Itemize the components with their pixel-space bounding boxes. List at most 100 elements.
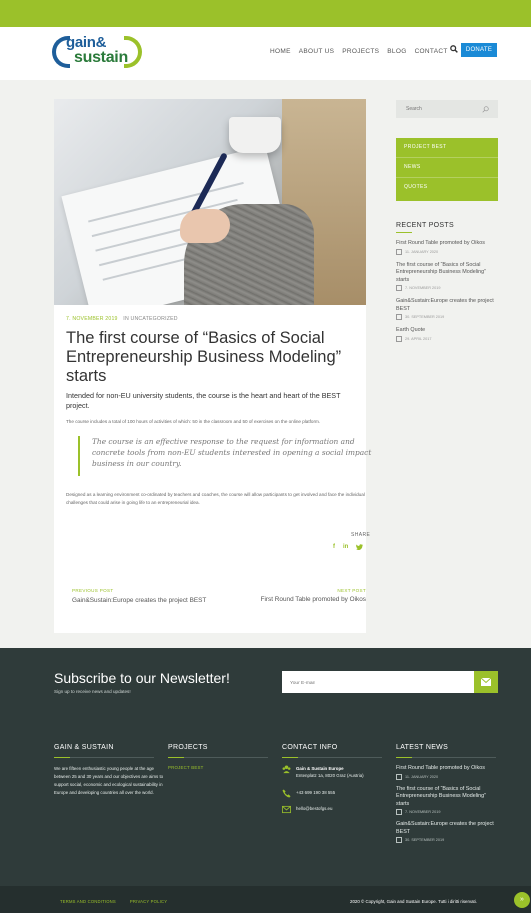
newsletter-email-input[interactable] — [282, 672, 470, 695]
article-blockquote: The course is an effective response to t… — [78, 436, 377, 476]
article-card: 7. NOVEMBER 2019 IN UNCATEGORIZED The fi… — [54, 99, 371, 633]
article-category[interactable]: IN UNCATEGORIZED — [123, 316, 177, 322]
list-item: Earth Quote 29. APRIL 2017 — [396, 327, 500, 342]
recent-posts-title: RECENT POSTS — [396, 222, 454, 229]
article-lead: Intended for non-EU university students,… — [66, 391, 341, 410]
facebook-icon[interactable]: f — [333, 544, 335, 552]
search-icon[interactable] — [482, 106, 489, 113]
calendar-icon — [396, 248, 402, 255]
latest-news-link[interactable]: First Round Table promoted by Oikos — [396, 765, 500, 773]
list-item: Gain&Sustain:Europe creates the project … — [396, 821, 500, 843]
recent-post-date: 30. SEPTEMBER 2019 — [405, 315, 445, 319]
list-item: The first course of “Basics of Social En… — [396, 262, 500, 291]
site-logo[interactable]: gain& sustain — [52, 34, 144, 72]
latest-news-date: 30. SEPTEMBER 2019 — [405, 838, 445, 842]
sidebar-item-quotes[interactable]: QUOTES — [396, 178, 498, 197]
contact-phone-text[interactable]: +43 699 190 38 555 — [296, 789, 335, 796]
newsletter-title: Subscribe to our Newsletter! — [54, 670, 230, 686]
sidebar-item-news[interactable]: NEWS — [396, 158, 498, 178]
contact-email-text[interactable]: hello@bestofgs.eu — [296, 805, 332, 812]
back-to-top-button[interactable]: » — [514, 892, 530, 908]
latest-news-date: 11. JANUARY 2020 — [405, 774, 439, 779]
main-nav: HOME ABOUT US PROJECTS BLOG CONTACT — [270, 43, 448, 59]
hero-cup — [229, 117, 281, 153]
newsletter-subtitle: Sign up to receive news and updates! — [54, 689, 131, 694]
newsletter-submit-button[interactable] — [474, 671, 498, 693]
copyright-text: 2020 © Copyright, Gain and Sustain Europ… — [350, 899, 477, 904]
calendar-icon — [396, 809, 402, 815]
recent-posts-underline — [396, 232, 412, 233]
footer-divider — [396, 757, 496, 758]
article-date[interactable]: 7. NOVEMBER 2019 — [66, 316, 118, 322]
footer-about-text: We are fifteen enthusiastic young people… — [54, 766, 164, 795]
twitter-icon[interactable] — [356, 544, 364, 552]
recent-post-link[interactable]: Earth Quote — [396, 327, 500, 335]
legal-links: TERMS AND CONDITIONS PRIVACY POLICY — [60, 899, 167, 904]
latest-news-link[interactable]: The first course of “Basics of Social En… — [396, 786, 500, 809]
recent-post-link[interactable]: First Round Table promoted by Oikos — [396, 240, 500, 248]
search-icon[interactable] — [450, 45, 458, 53]
latest-news-link[interactable]: Gain&Sustain:Europe creates the project … — [396, 821, 500, 836]
footer-divider — [168, 757, 268, 758]
nav-contact[interactable]: CONTACT — [415, 48, 448, 55]
phone-icon — [282, 789, 291, 798]
donate-button[interactable]: DONATE — [461, 43, 497, 57]
footer-project-link[interactable]: PROJECT BEST — [168, 765, 204, 770]
envelope-icon — [481, 678, 491, 686]
terms-link[interactable]: TERMS AND CONDITIONS — [60, 899, 116, 904]
contact-address: Gain & Sustain Europe Entenplatz 1a, 8020… — [282, 765, 392, 781]
share-label: SHARE — [351, 532, 371, 538]
sidebar-item-project-best[interactable]: PROJECT BEST — [396, 138, 498, 158]
article-title: The first course of “Basics of Social En… — [66, 329, 342, 385]
share-icons: f in — [333, 544, 364, 552]
contact-org-name: Gain & Sustain Europe — [296, 766, 344, 771]
linkedin-icon[interactable]: in — [343, 544, 348, 552]
calendar-icon — [396, 773, 402, 780]
previous-post-label: PREVIOUS POST — [72, 588, 114, 593]
logo-text-sustain: sustain — [74, 49, 128, 66]
privacy-link[interactable]: PRIVACY POLICY — [130, 899, 167, 904]
footer-about-title: GAIN & SUSTAIN — [54, 744, 114, 751]
nav-projects[interactable]: PROJECTS — [342, 48, 379, 55]
latest-news-list: First Round Table promoted by Oikos 11. … — [396, 765, 500, 849]
sidebar-menu: PROJECT BEST NEWS QUOTES — [396, 138, 498, 201]
article-hero-image — [54, 99, 366, 305]
contact-address-text: Entenplatz 1a, 8020 Graz (Austria) — [296, 773, 364, 778]
nav-about-us[interactable]: ABOUT US — [299, 48, 335, 55]
footer-divider — [282, 757, 382, 758]
recent-post-link[interactable]: Gain&Sustain:Europe creates the project … — [396, 298, 500, 313]
calendar-icon — [396, 335, 402, 342]
footer-projects-title: PROJECTS — [168, 744, 208, 751]
article-body: Designed as a learning environment co-or… — [66, 492, 365, 505]
top-accent-bar — [0, 0, 531, 27]
latest-news-date: 7. NOVEMBER 2019 — [405, 810, 441, 814]
recent-post-link[interactable]: The first course of “Basics of Social En… — [396, 262, 500, 285]
contact-email: hello@bestofgs.eu — [282, 805, 392, 815]
recent-post-date: 7. NOVEMBER 2019 — [405, 286, 441, 290]
article-meta: 7. NOVEMBER 2019 IN UNCATEGORIZED — [66, 316, 178, 322]
contact-phone: +43 699 190 38 555 — [282, 789, 392, 799]
footer-divider — [54, 757, 154, 758]
list-item: First Round Table promoted by Oikos 11. … — [396, 765, 500, 780]
hero-hand — [180, 209, 230, 243]
calendar-icon — [396, 285, 402, 291]
list-item: Gain&Sustain:Europe creates the project … — [396, 298, 500, 320]
next-post-link[interactable]: First Round Table promoted by Oikos — [216, 596, 366, 603]
envelope-icon — [282, 805, 291, 814]
newsletter-field — [282, 671, 474, 695]
sidebar-search-input[interactable] — [396, 100, 496, 118]
previous-post-link[interactable]: Gain&Sustain:Europe creates the project … — [72, 596, 212, 605]
calendar-icon — [396, 314, 402, 320]
recent-post-date: 29. APRIL 2017 — [405, 336, 432, 341]
nav-home[interactable]: HOME — [270, 48, 291, 55]
nav-blog[interactable]: BLOG — [387, 48, 406, 55]
list-item: The first course of “Basics of Social En… — [396, 786, 500, 815]
people-icon — [282, 765, 291, 774]
sidebar-search — [396, 100, 498, 118]
article-course-info: The course includes a total of 100 hours… — [66, 419, 321, 424]
footer-latest-title: LATEST NEWS — [396, 744, 449, 751]
footer-contact-title: CONTACT INFO — [282, 744, 338, 751]
list-item: First Round Table promoted by Oikos 11. … — [396, 240, 500, 255]
recent-post-date: 11. JANUARY 2020 — [405, 249, 439, 254]
recent-posts-list: First Round Table promoted by Oikos 11. … — [396, 240, 500, 349]
